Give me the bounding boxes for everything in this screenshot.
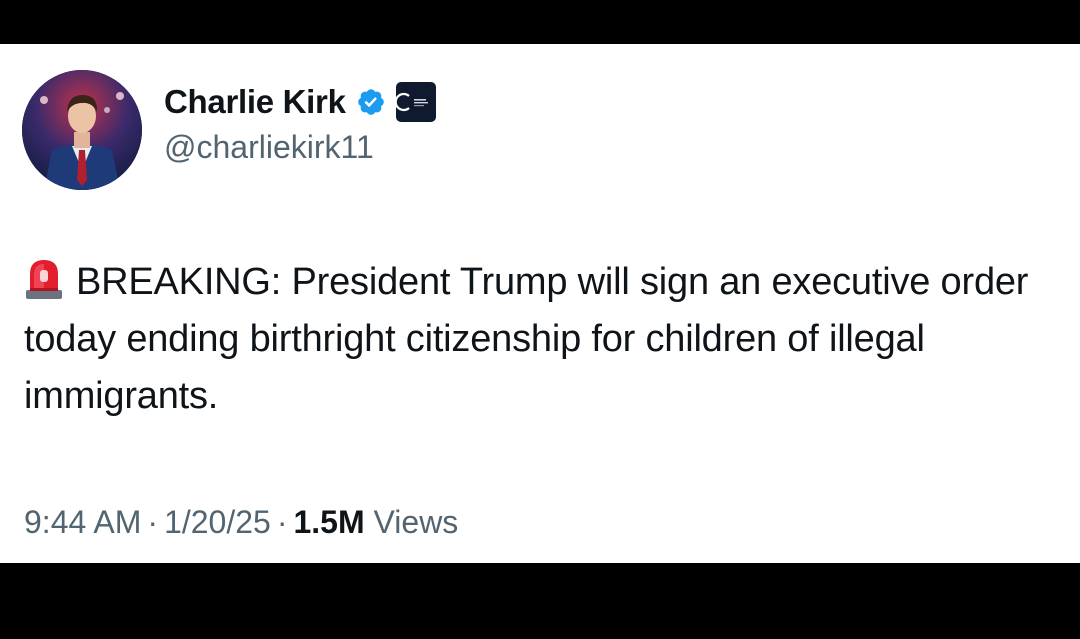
meta-separator: ·	[276, 504, 288, 540]
bottom-letterbox-bar	[0, 563, 1080, 639]
verified-badge-icon	[356, 87, 386, 117]
avatar[interactable]	[22, 70, 142, 190]
organization-logo-icon[interactable]	[395, 82, 436, 122]
police-car-light-icon	[24, 256, 64, 300]
tweet-body: BREAKING: President Trump will sign an e…	[24, 261, 1029, 417]
author-name-row: Charlie Kirk	[164, 80, 436, 124]
author-handle[interactable]: @charliekirk11	[164, 129, 436, 166]
tweet-meta: 9:44 AM · 1/20/25 · 1.5M Views	[24, 504, 458, 541]
tweet-date[interactable]: 1/20/25	[164, 504, 271, 540]
meta-separator: ·	[147, 504, 159, 540]
views-label: Views	[373, 504, 459, 540]
author-display-name[interactable]: Charlie Kirk	[164, 83, 346, 121]
views-count: 1.5M	[293, 504, 365, 540]
author-info: Charlie Kirk @charliekirk11	[164, 80, 436, 166]
tweet-text: BREAKING: President Trump will sign an e…	[24, 254, 1054, 425]
tweet-time[interactable]: 9:44 AM	[24, 504, 141, 540]
top-letterbox-bar	[0, 0, 1080, 44]
tweet-card: Charlie Kirk @charliekirk11 BREAKING: Pr…	[0, 44, 1080, 563]
